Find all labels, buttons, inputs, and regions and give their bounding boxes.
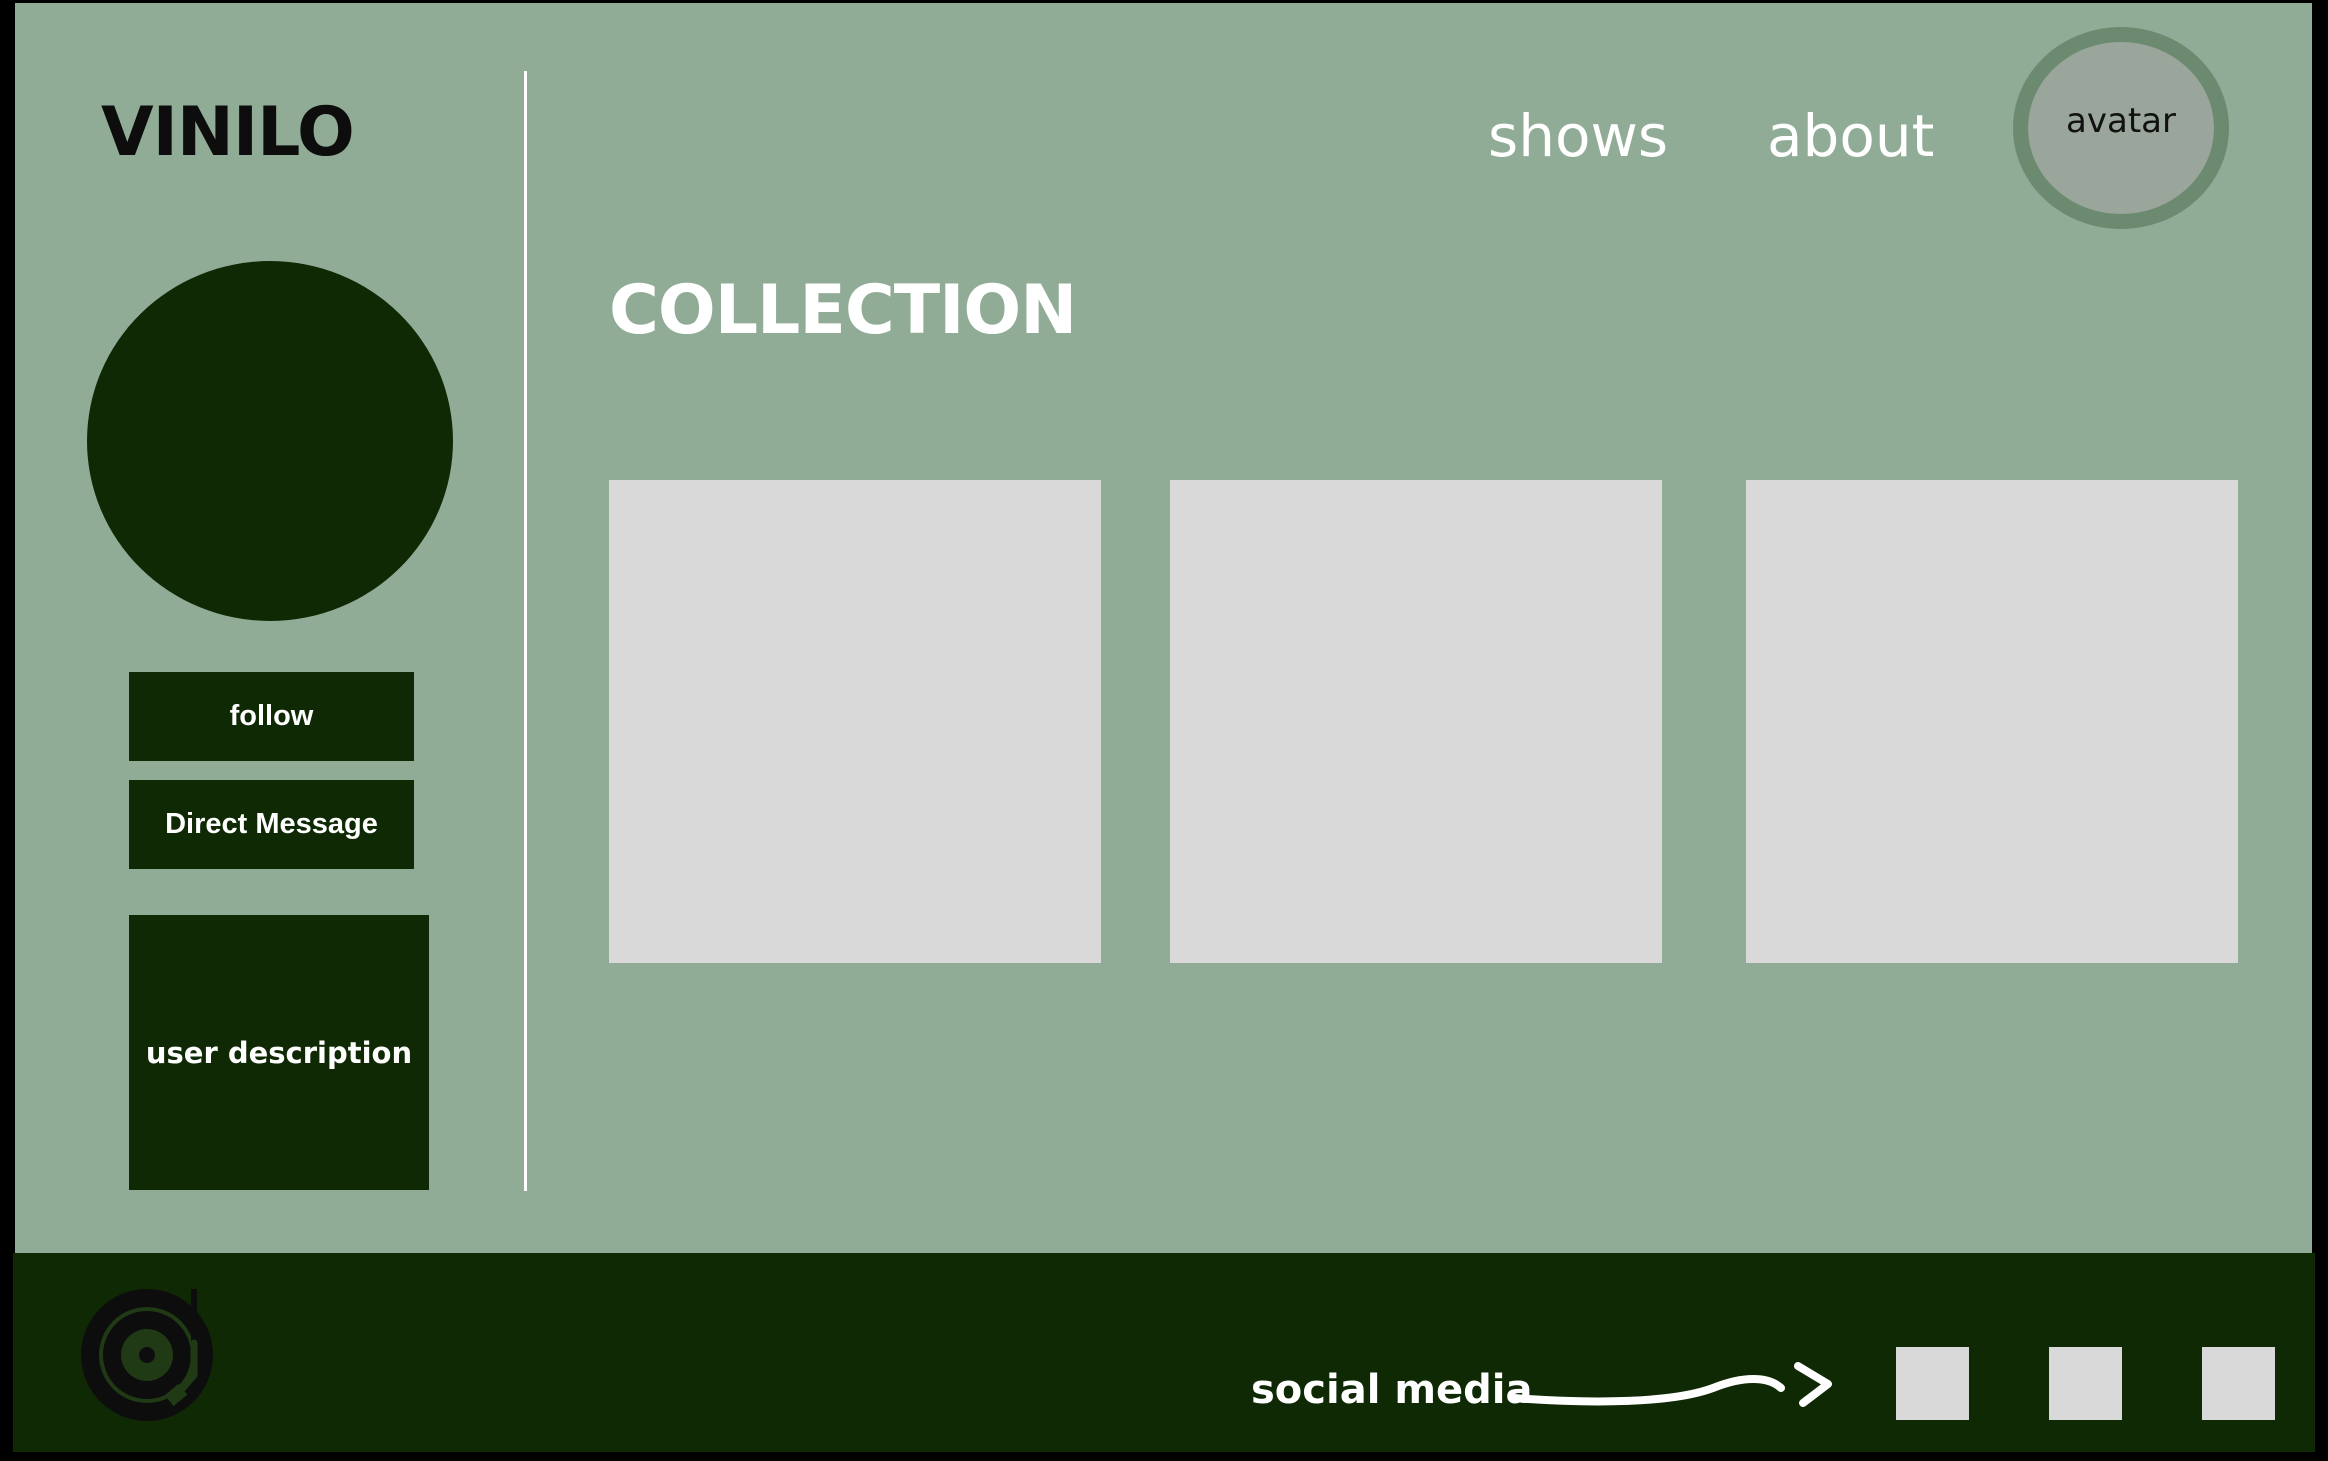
sidebar-divider [524,71,527,1191]
collection-card[interactable] [1746,480,2238,963]
logo[interactable]: VINILO [101,93,355,173]
social-media-link[interactable] [2049,1347,2122,1420]
collection-card[interactable] [609,480,1101,963]
footer: social media [13,1253,2315,1452]
collection-card[interactable] [1170,480,1662,963]
nav-link-shows[interactable]: shows [1488,101,1668,171]
section-title: COLLECTION [609,271,1077,350]
avatar-label: avatar [2066,101,2176,141]
social-media-label: social media [1251,1367,1533,1413]
social-media-link[interactable] [2202,1347,2275,1420]
profile-picture [87,261,453,621]
nav-link-about[interactable]: about [1767,101,1934,171]
follow-button[interactable]: follow [129,672,414,761]
direct-message-button[interactable]: Direct Message [129,780,414,869]
social-media-link[interactable] [1896,1347,1969,1420]
user-description-text: user description [145,1035,413,1070]
user-description: user description [129,915,429,1190]
avatar[interactable]: avatar [2013,27,2229,229]
main-area: VINILO shows about avatar follow Direct … [15,3,2312,1253]
arrow-icon [1509,1362,1832,1407]
turntable-icon [81,1289,213,1421]
